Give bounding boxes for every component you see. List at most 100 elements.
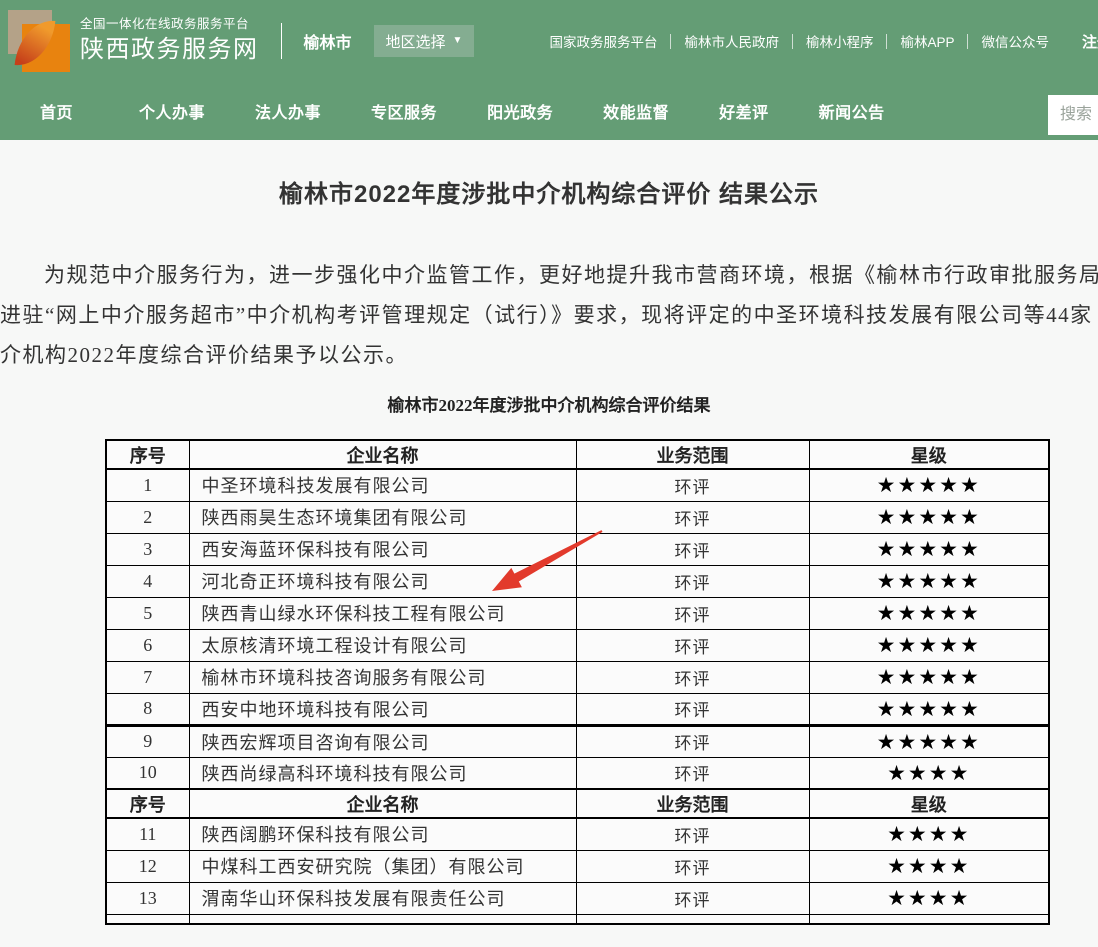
link-divider — [792, 34, 793, 49]
column-header: 企业名称 — [189, 440, 576, 469]
nav-item[interactable]: 阳光政务 — [487, 99, 553, 123]
column-header: 企业名称 — [189, 789, 576, 818]
cell-name: 西安海蓝环保科技有限公司 — [189, 533, 576, 565]
cell-no: 5 — [106, 597, 189, 629]
nav-item[interactable]: 专区服务 — [371, 99, 437, 123]
cell-no: 4 — [106, 565, 189, 597]
cell-stars: ★★★★★ — [809, 565, 1049, 597]
table-row: 8西安中地环境科技有限公司环评★★★★★ — [106, 693, 1049, 725]
cell-scope: 环评 — [576, 597, 809, 629]
table-row: 13渭南华山环保科技发展有限责任公司环评★★★★ — [106, 882, 1049, 914]
cell-stars: ★★★★★ — [809, 725, 1049, 757]
cell-scope: 环评 — [576, 818, 809, 850]
cell-no: 6 — [106, 629, 189, 661]
link-divider — [967, 34, 968, 49]
cell-scope: 环评 — [576, 850, 809, 882]
paragraph-line: 进驻“网上中介服务超市”中介机构考评管理规定（试行）》要求，现将评定的中圣环境科… — [0, 295, 1098, 335]
cell-name: 中圣环境科技发展有限公司 — [189, 469, 576, 501]
column-header: 星级 — [809, 440, 1049, 469]
cell-name: 太原核清环境工程设计有限公司 — [189, 629, 576, 661]
region-selector-button[interactable]: 地区选择 ▼ — [374, 25, 475, 57]
header-top-row: 全国一体化在线政务服务平台 陕西政务服务网 榆林市 地区选择 ▼ 国家政务服务平… — [0, 0, 1098, 82]
site-name: 陕西政务服务网 — [80, 35, 259, 65]
cell-scope: 环评 — [576, 533, 809, 565]
search-input[interactable] — [1048, 95, 1098, 135]
table-row: 9陕西宏辉项目咨询有限公司环评★★★★★ — [106, 725, 1049, 757]
nav-item[interactable]: 新闻公告 — [819, 99, 885, 123]
quick-link[interactable]: 国家政务服务平台 — [549, 31, 657, 51]
nav-item[interactable]: 个人办事 — [139, 99, 205, 123]
cell-name: 中煤科工西安研究院（集团）有限公司 — [189, 850, 576, 882]
table-header-row: 序号企业名称业务范围星级 — [106, 440, 1049, 469]
page-title: 榆林市2022年度涉批中介机构综合评价 结果公示 — [0, 174, 1098, 209]
cell-name: 榆林市环境科技咨询服务有限公司 — [189, 661, 576, 693]
nav-item[interactable]: 法人办事 — [255, 99, 321, 123]
cell-no: 8 — [106, 693, 189, 725]
cell-name: 陕西宏辉项目咨询有限公司 — [189, 725, 576, 757]
column-header: 序号 — [106, 789, 189, 818]
cell-scope: 环评 — [576, 693, 809, 725]
quick-link[interactable]: 榆林APP — [900, 31, 954, 51]
column-header: 业务范围 — [576, 789, 809, 818]
table-row: 3西安海蓝环保科技有限公司环评★★★★★ — [106, 533, 1049, 565]
table-row: 6太原核清环境工程设计有限公司环评★★★★★ — [106, 629, 1049, 661]
cell-stars: ★★★★★ — [809, 469, 1049, 501]
quick-link[interactable]: 微信公众号 — [981, 31, 1049, 51]
cell-scope: 环评 — [576, 661, 809, 693]
cell-scope: 环评 — [576, 757, 809, 789]
paragraph-line: 介机构2022年度综合评价结果予以公示。 — [0, 335, 1098, 375]
cell-scope: 环评 — [576, 501, 809, 533]
table-row: 7榆林市环境科技咨询服务有限公司环评★★★★★ — [106, 661, 1049, 693]
site-header: 全国一体化在线政务服务平台 陕西政务服务网 榆林市 地区选择 ▼ 国家政务服务平… — [0, 0, 1098, 140]
cell-name: 渭南华山环保科技发展有限责任公司 — [189, 882, 576, 914]
site-logo-icon — [8, 10, 70, 72]
cell-scope: 环评 — [576, 725, 809, 757]
quick-links: 国家政务服务平台 榆林市人民政府 榆林小程序 榆林APP 微信公众号 — [549, 31, 1049, 51]
cell-stars: ★★★★★ — [809, 629, 1049, 661]
paragraph-line: 为规范中介服务行为，进一步强化中介监管工作，更好地提升我市营商环境，根据《榆林市… — [0, 255, 1098, 295]
announcement-paragraph: 为规范中介服务行为，进一步强化中介监管工作，更好地提升我市营商环境，根据《榆林市… — [0, 255, 1098, 375]
column-header: 业务范围 — [576, 440, 809, 469]
register-link[interactable]: 注册 — [1082, 31, 1098, 52]
table-row: 5陕西青山绿水环保科技工程有限公司环评★★★★★ — [106, 597, 1049, 629]
cell-scope: 环评 — [576, 469, 809, 501]
cell-no: 7 — [106, 661, 189, 693]
link-divider — [670, 34, 671, 49]
cell-stars: ★★★★★ — [809, 501, 1049, 533]
table-row: 11陕西阔鹏环保科技有限公司环评★★★★ — [106, 818, 1049, 850]
link-divider — [886, 34, 887, 49]
nav-item[interactable]: 首页 — [40, 99, 73, 123]
cell-name: 陕西尚绿高科环境科技有限公司 — [189, 757, 576, 789]
announcement-page: 榆林市2022年度涉批中介机构综合评价 结果公示 为规范中介服务行为，进一步强化… — [0, 174, 1098, 925]
cell-name: 陕西阔鹏环保科技有限公司 — [189, 818, 576, 850]
table-row: 12中煤科工西安研究院（集团）有限公司环评★★★★ — [106, 850, 1049, 882]
cell-scope: 环评 — [576, 882, 809, 914]
cell-stars: ★★★★★ — [809, 661, 1049, 693]
brand-text: 全国一体化在线政务服务平台 陕西政务服务网 — [80, 17, 259, 65]
quick-link[interactable]: 榆林小程序 — [806, 31, 874, 51]
nav-item[interactable]: 好差评 — [719, 99, 769, 123]
cell-stars: ★★★★ — [809, 757, 1049, 789]
cell-no: 1 — [106, 469, 189, 501]
table-header-row: 序号企业名称业务范围星级 — [106, 789, 1049, 818]
cell-no: 2 — [106, 501, 189, 533]
cell-no: 9 — [106, 725, 189, 757]
cell-name: 陕西雨昊生态环境集团有限公司 — [189, 501, 576, 533]
cell-stars: ★★★★★ — [809, 693, 1049, 725]
results-table: 序号企业名称业务范围星级1中圣环境科技发展有限公司环评★★★★★2陕西雨昊生态环… — [105, 439, 1050, 925]
cell-stars: ★★★★ — [809, 882, 1049, 914]
current-city-label: 榆林市 — [304, 29, 352, 53]
cell-scope: 环评 — [576, 629, 809, 661]
cell-name: 西安中地环境科技有限公司 — [189, 693, 576, 725]
cell-no: 12 — [106, 850, 189, 882]
quick-link[interactable]: 榆林市人民政府 — [684, 31, 779, 51]
chevron-down-icon: ▼ — [453, 36, 463, 46]
cell-name: 河北奇正环境科技有限公司 — [189, 565, 576, 597]
column-header: 星级 — [809, 789, 1049, 818]
cell-no: 11 — [106, 818, 189, 850]
main-nav: 首页 个人办事 法人办事 专区服务 阳光政务 效能监督 好差评 新闻公告 — [0, 82, 1098, 140]
nav-item[interactable]: 效能监督 — [603, 99, 669, 123]
cell-stars: ★★★★★ — [809, 533, 1049, 565]
table-row: 1中圣环境科技发展有限公司环评★★★★★ — [106, 469, 1049, 501]
cell-stars: ★★★★ — [809, 850, 1049, 882]
